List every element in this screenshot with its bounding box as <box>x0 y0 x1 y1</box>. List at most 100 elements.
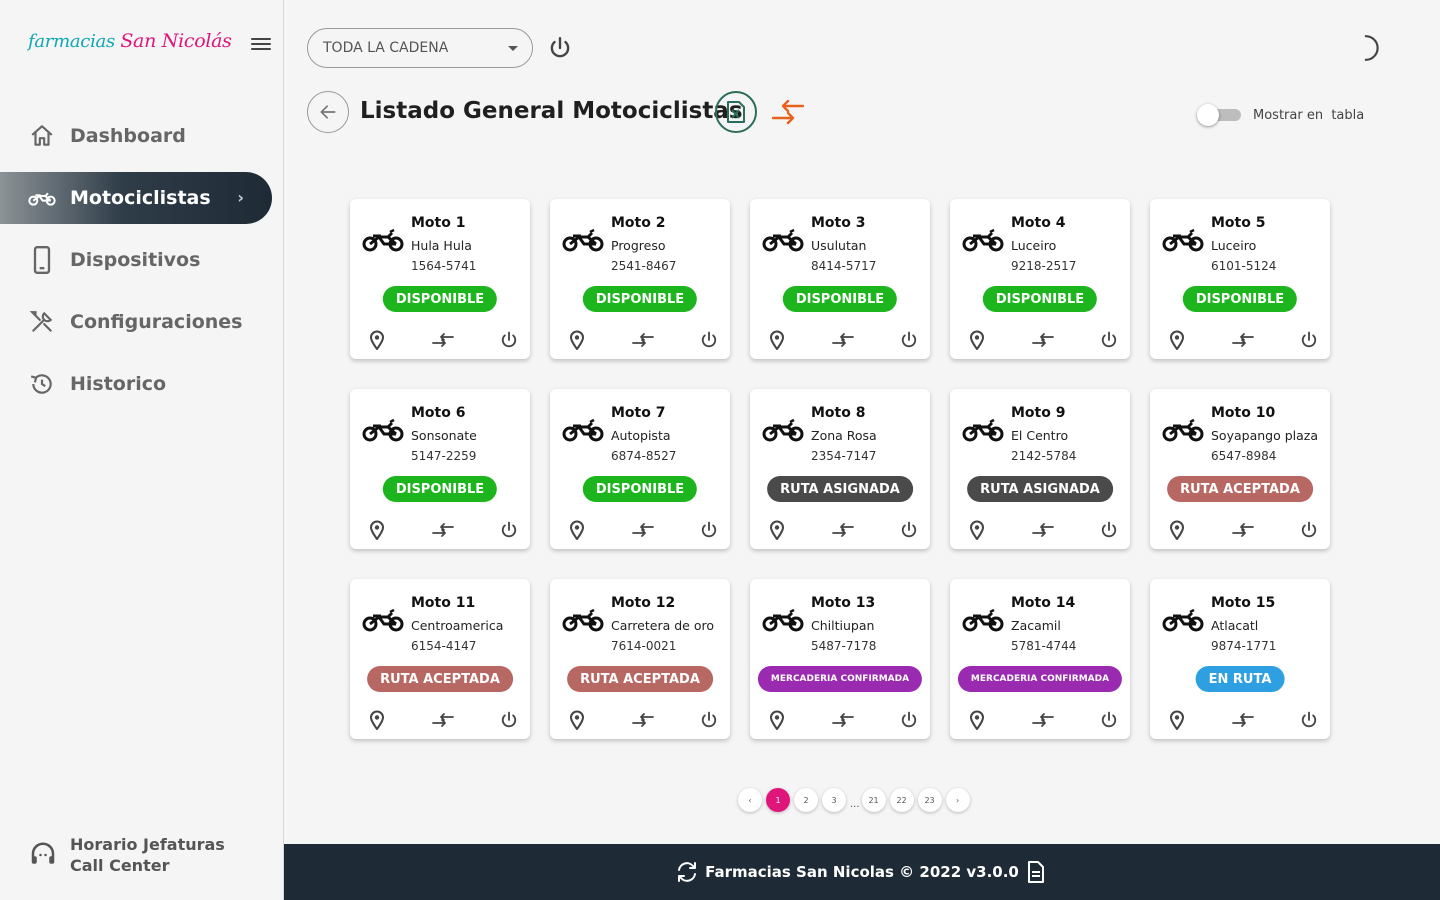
sidebar-item-dispositivos[interactable]: Dispositivos <box>0 234 284 286</box>
card-name: Moto 9 <box>1011 405 1066 421</box>
location-pin-icon[interactable] <box>566 709 588 731</box>
location-pin-icon[interactable] <box>366 709 388 731</box>
card-name: Moto 6 <box>411 405 466 421</box>
card-phone: 7614-0021 <box>611 639 677 653</box>
sidebar-item-dashboard[interactable]: Dashboard <box>0 110 284 162</box>
status-badge: RUTA ACEPTADA <box>1167 476 1313 502</box>
transfer-arrows-icon[interactable] <box>832 329 854 351</box>
location-pin-icon[interactable] <box>1166 329 1188 351</box>
power-icon[interactable] <box>698 329 720 351</box>
power-icon[interactable] <box>898 709 920 731</box>
location-pin-icon[interactable] <box>766 519 788 541</box>
document-icon[interactable] <box>1025 860 1049 884</box>
transfer-arrows-icon[interactable] <box>1232 519 1254 541</box>
motorcyclist-card[interactable]: Moto 11 Centroamerica 6154-4147 RUTA ACEPTA… <box>350 579 530 739</box>
motorcyclist-card[interactable]: Moto 8 Zona Rosa 2354-7147 RUTA ASIGNADA <box>750 389 930 549</box>
motorcyclist-card[interactable]: Moto 7 Autopista 6874-8527 DISPONIBLE <box>550 389 730 549</box>
location-pin-icon[interactable] <box>566 519 588 541</box>
transfer-arrows-icon[interactable] <box>432 329 454 351</box>
power-icon[interactable] <box>1298 329 1320 351</box>
branch-select[interactable]: TODA LA CADENA <box>307 28 533 68</box>
dark-mode-moon-icon[interactable] <box>1356 34 1382 62</box>
motorcyclist-card[interactable]: Moto 14 Zacamil 5781-4744 MERCADERIA CONFIR… <box>950 579 1130 739</box>
motorcyclist-card[interactable]: Moto 4 Luceiro 9218-2517 DISPONIBLE <box>950 199 1130 359</box>
transfer-arrows-icon[interactable] <box>832 519 854 541</box>
location-pin-icon[interactable] <box>966 329 988 351</box>
location-pin-icon[interactable] <box>566 329 588 351</box>
power-icon[interactable] <box>498 519 520 541</box>
motorcyclist-card[interactable]: Moto 2 Progreso 2541-8467 DISPONIBLE <box>550 199 730 359</box>
transfer-arrows-icon[interactable] <box>632 519 654 541</box>
pagination-page-button[interactable]: 2 <box>794 788 818 812</box>
power-icon[interactable] <box>1098 709 1120 731</box>
location-pin-icon[interactable] <box>366 519 388 541</box>
schedule-link[interactable]: Horario Jefaturas Call Center <box>28 834 225 876</box>
transfer-arrows-icon[interactable] <box>1032 709 1054 731</box>
card-name: Moto 12 <box>611 595 676 611</box>
power-icon[interactable] <box>1098 329 1120 351</box>
motorcyclist-card[interactable]: Moto 13 Chiltiupan 5487-7178 MERCADERIA CON… <box>750 579 930 739</box>
menu-toggle-icon[interactable] <box>251 38 271 52</box>
transfer-arrows-icon[interactable] <box>632 329 654 351</box>
motorcyclist-card[interactable]: Moto 15 Atlacatl 9874-1771 EN RUTA <box>1150 579 1330 739</box>
location-pin-icon[interactable] <box>1166 519 1188 541</box>
transfer-arrows-icon[interactable] <box>1232 709 1254 731</box>
motorcyclist-card[interactable]: Moto 3 Usulutan 8414-5717 DISPONIBLE <box>750 199 930 359</box>
power-icon[interactable] <box>1298 519 1320 541</box>
transfer-arrows-icon[interactable] <box>1232 329 1254 351</box>
card-phone: 6874-8527 <box>611 449 677 463</box>
table-view-switch[interactable] <box>1197 104 1241 126</box>
transfer-arrows-icon[interactable] <box>632 709 654 731</box>
location-pin-icon[interactable] <box>966 519 988 541</box>
power-icon[interactable] <box>498 709 520 731</box>
sidebar-item-label: Dispositivos <box>70 249 201 271</box>
motorcyclist-card[interactable]: Moto 10 Soyapango plaza 6547-8984 RUTA ACEP… <box>1150 389 1330 549</box>
sidebar-item-motociclistas[interactable]: Motociclistas › <box>0 172 272 224</box>
sidebar-item-configuraciones[interactable]: Configuraciones <box>0 296 284 348</box>
pagination-next-button[interactable]: › <box>945 788 970 812</box>
power-icon[interactable] <box>547 35 573 61</box>
motorcyclist-card[interactable]: Moto 6 Sonsonate 5147-2259 DISPONIBLE <box>350 389 530 549</box>
motorcyclist-card[interactable]: Moto 9 El Centro 2142-5784 RUTA ASIGNADA <box>950 389 1130 549</box>
power-icon[interactable] <box>1098 519 1120 541</box>
sidebar-item-historico[interactable]: Historico <box>0 358 284 410</box>
card-location: Luceiro <box>1011 238 1057 253</box>
motorcyclist-card[interactable]: Moto 1 Hula Hula 1564-5741 DISPONIBLE <box>350 199 530 359</box>
pagination-prev-button[interactable]: ‹ <box>738 788 762 812</box>
location-pin-icon[interactable] <box>966 709 988 731</box>
location-pin-icon[interactable] <box>766 329 788 351</box>
power-icon[interactable] <box>1298 709 1320 731</box>
power-icon[interactable] <box>698 709 720 731</box>
transfer-arrows-icon[interactable] <box>832 709 854 731</box>
back-button[interactable] <box>307 91 349 133</box>
transfer-arrows-icon[interactable] <box>1032 519 1054 541</box>
transfer-arrows-icon[interactable] <box>432 519 454 541</box>
card-name: Moto 4 <box>1011 215 1066 231</box>
pagination-page-button[interactable]: 22 <box>889 788 914 812</box>
transfer-arrows-icon[interactable] <box>771 98 807 126</box>
brand-logo[interactable]: farmacias San Nicolás <box>28 30 232 52</box>
pagination-page-button[interactable]: 23 <box>917 788 942 812</box>
pagination-page-button[interactable]: 1 <box>766 788 790 812</box>
sidebar: farmacias San Nicolás Dashboard Motocicl… <box>0 0 284 900</box>
transfer-arrows-icon[interactable] <box>432 709 454 731</box>
location-pin-icon[interactable] <box>766 709 788 731</box>
chevron-right-icon: › <box>237 188 244 207</box>
sync-icon[interactable] <box>675 860 699 884</box>
power-icon[interactable] <box>698 519 720 541</box>
pagination-ellipsis: ... <box>850 798 860 810</box>
phone-icon <box>28 246 56 274</box>
transfer-arrows-icon[interactable] <box>1032 329 1054 351</box>
card-location: Luceiro <box>1211 238 1257 253</box>
power-icon[interactable] <box>898 329 920 351</box>
pagination-page-button[interactable]: 3 <box>822 788 846 812</box>
export-excel-button[interactable] <box>715 91 757 133</box>
location-pin-icon[interactable] <box>1166 709 1188 731</box>
motorcyclist-card[interactable]: Moto 12 Carretera de oro 7614-0021 RUTA ACE… <box>550 579 730 739</box>
location-pin-icon[interactable] <box>366 329 388 351</box>
power-icon[interactable] <box>498 329 520 351</box>
power-icon[interactable] <box>898 519 920 541</box>
pagination-page-button[interactable]: 21 <box>861 788 886 812</box>
motorcyclist-card[interactable]: Moto 5 Luceiro 6101-5124 DISPONIBLE <box>1150 199 1330 359</box>
status-badge: RUTA ACEPTADA <box>367 666 513 692</box>
